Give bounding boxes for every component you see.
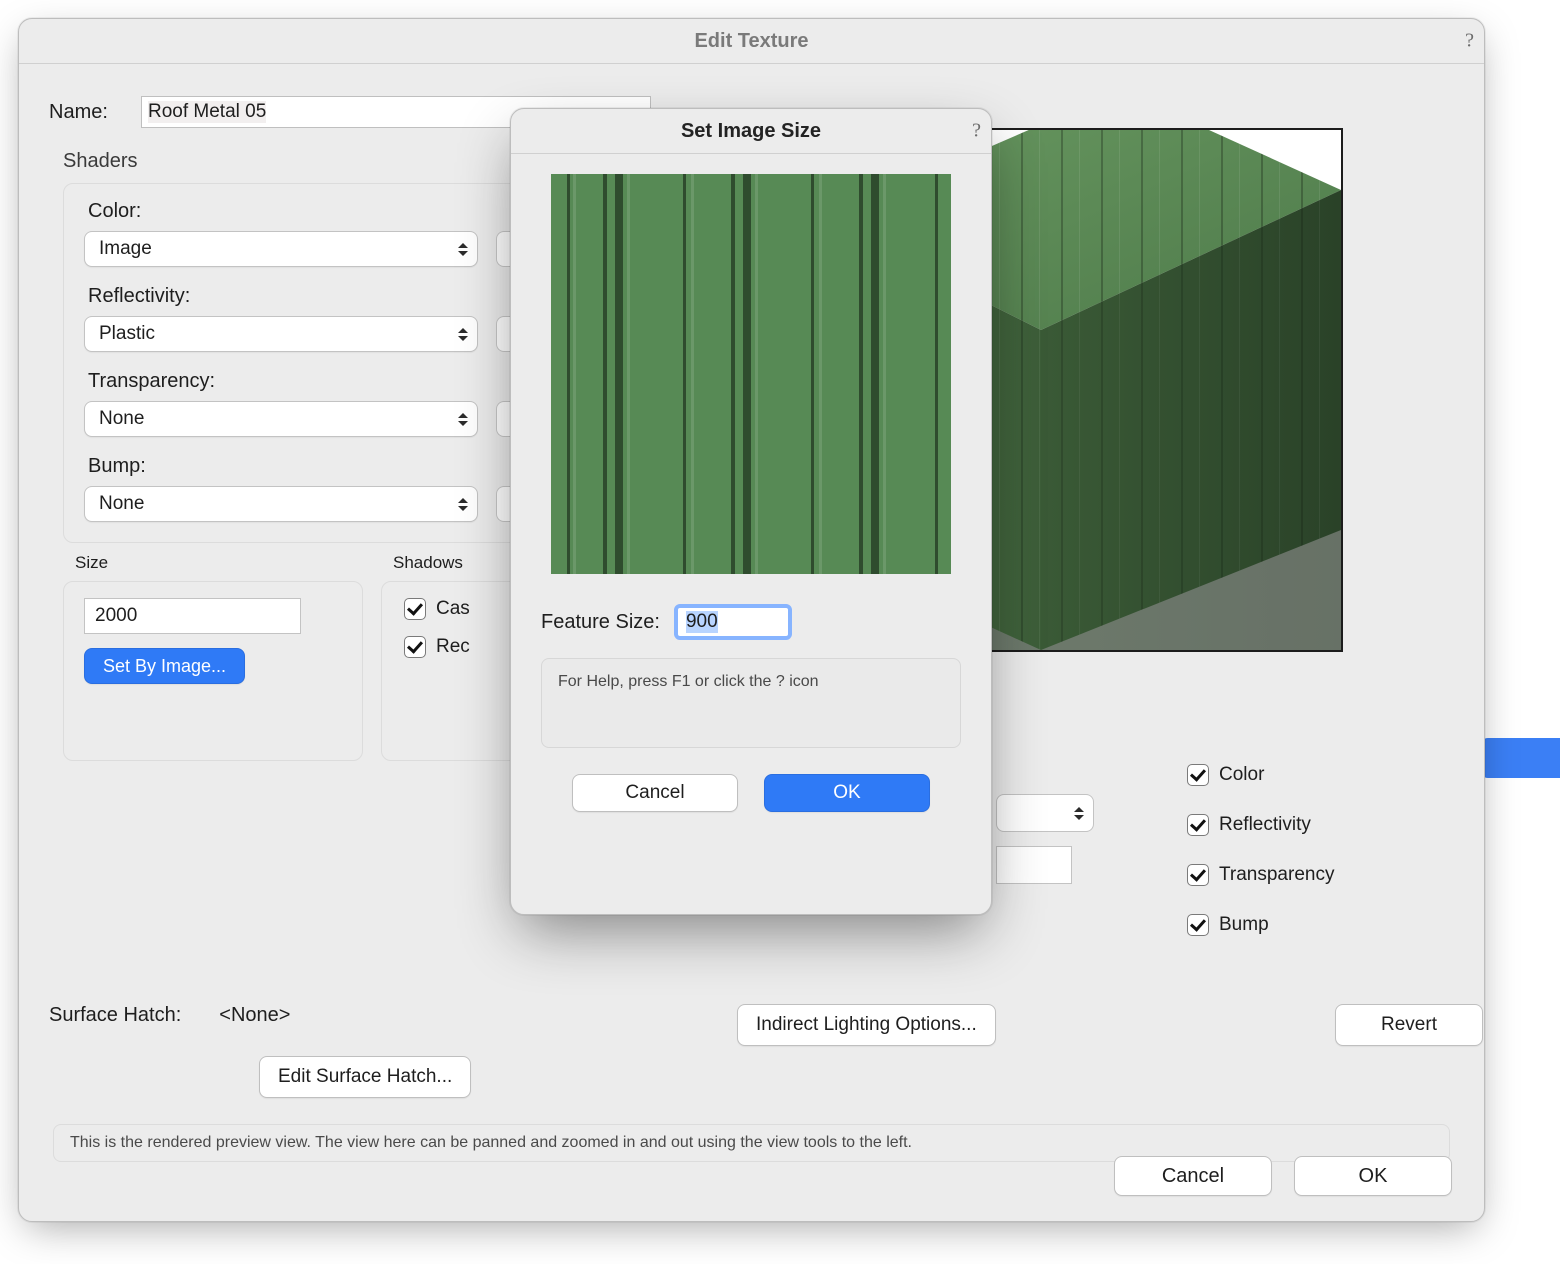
modal-titlebar: Set Image Size ? (511, 109, 991, 154)
stepper-icon (455, 409, 471, 429)
stepper-icon (455, 324, 471, 344)
size-panel: 2000 Set By Image... (63, 581, 363, 761)
cast-shadows-checkbox[interactable]: Cas (404, 598, 504, 620)
edit-surface-hatch-button[interactable]: Edit Surface Hatch... (259, 1056, 471, 1098)
ok-button[interactable]: OK (1294, 1156, 1452, 1196)
background-accent-pill (1480, 738, 1560, 778)
override-transparency-label: Transparency (1219, 864, 1334, 886)
surface-hatch-label: Surface Hatch: (49, 1004, 181, 1027)
size-header: Size (75, 553, 363, 573)
set-by-image-button[interactable]: Set By Image... (84, 648, 245, 684)
override-bump-checkbox[interactable]: Bump (1187, 914, 1334, 936)
checkbox-icon (1187, 764, 1209, 786)
image-size-preview (551, 174, 951, 574)
help-icon[interactable]: ? (1465, 30, 1474, 53)
override-transparency-checkbox[interactable]: Transparency (1187, 864, 1334, 886)
shadows-header: Shadows (393, 553, 525, 573)
override-reflectivity-checkbox[interactable]: Reflectivity (1187, 814, 1334, 836)
name-label: Name: (49, 101, 127, 124)
feature-size-input[interactable]: 900 (674, 604, 792, 640)
override-color-checkbox[interactable]: Color (1187, 764, 1334, 786)
feature-size-value: 900 (686, 611, 718, 633)
override-controls (996, 794, 1094, 884)
cast-label: Cas (436, 598, 470, 620)
modal-title: Set Image Size (681, 120, 821, 143)
override-select[interactable] (996, 794, 1094, 832)
modal-cancel-button[interactable]: Cancel (572, 774, 738, 812)
checkbox-icon (1187, 814, 1209, 836)
bump-select[interactable]: None (84, 486, 478, 522)
set-image-size-dialog: Set Image Size ? Feature Size: (510, 108, 992, 915)
modal-help-box: For Help, press F1 or click the ? icon (541, 658, 961, 748)
modal-footer: Cancel OK (541, 774, 961, 812)
checkbox-icon (1187, 914, 1209, 936)
revert-button[interactable]: Revert (1335, 1004, 1483, 1046)
feature-size-label: Feature Size: (541, 611, 660, 634)
surface-hatch-row: Surface Hatch: <None> (49, 1004, 290, 1027)
edit-texture-title: Edit Texture (694, 30, 808, 53)
receive-shadows-checkbox[interactable]: Rec (404, 636, 504, 658)
name-value: Roof Metal 05 (148, 101, 266, 123)
help-icon[interactable]: ? (972, 120, 981, 143)
surface-hatch-value: <None> (219, 1004, 290, 1027)
checkbox-icon (404, 636, 426, 658)
reflectivity-value: Plastic (99, 323, 155, 345)
receive-label: Rec (436, 636, 470, 658)
stepper-icon (455, 239, 471, 259)
color-select[interactable]: Image (84, 231, 478, 267)
override-bump-label: Bump (1219, 914, 1269, 936)
cancel-button[interactable]: Cancel (1114, 1156, 1272, 1196)
reflectivity-select[interactable]: Plastic (84, 316, 478, 352)
stepper-icon (455, 494, 471, 514)
override-value-input[interactable] (996, 846, 1072, 884)
edit-texture-titlebar: Edit Texture ? (19, 19, 1484, 64)
info-text: This is the rendered preview view. The v… (70, 1134, 912, 1152)
feature-size-row: Feature Size: 900 (541, 604, 961, 640)
checkbox-icon (1187, 864, 1209, 886)
main-footer: Cancel OK (1114, 1156, 1452, 1196)
stepper-icon (1071, 803, 1087, 823)
override-reflectivity-label: Reflectivity (1219, 814, 1311, 836)
override-color-label: Color (1219, 764, 1264, 786)
override-checklist: Color Reflectivity Transparency Bump (1187, 764, 1334, 952)
shadows-panel: Cas Rec (381, 581, 525, 761)
transparency-value: None (99, 408, 144, 430)
modal-help-text: For Help, press F1 or click the ? icon (558, 673, 819, 690)
bump-value: None (99, 493, 144, 515)
size-input[interactable]: 2000 (84, 598, 301, 634)
transparency-select[interactable]: None (84, 401, 478, 437)
indirect-lighting-button[interactable]: Indirect Lighting Options... (737, 1004, 996, 1046)
modal-ok-button[interactable]: OK (764, 774, 930, 812)
size-value: 2000 (95, 605, 137, 627)
checkbox-icon (404, 598, 426, 620)
color-value: Image (99, 238, 152, 260)
